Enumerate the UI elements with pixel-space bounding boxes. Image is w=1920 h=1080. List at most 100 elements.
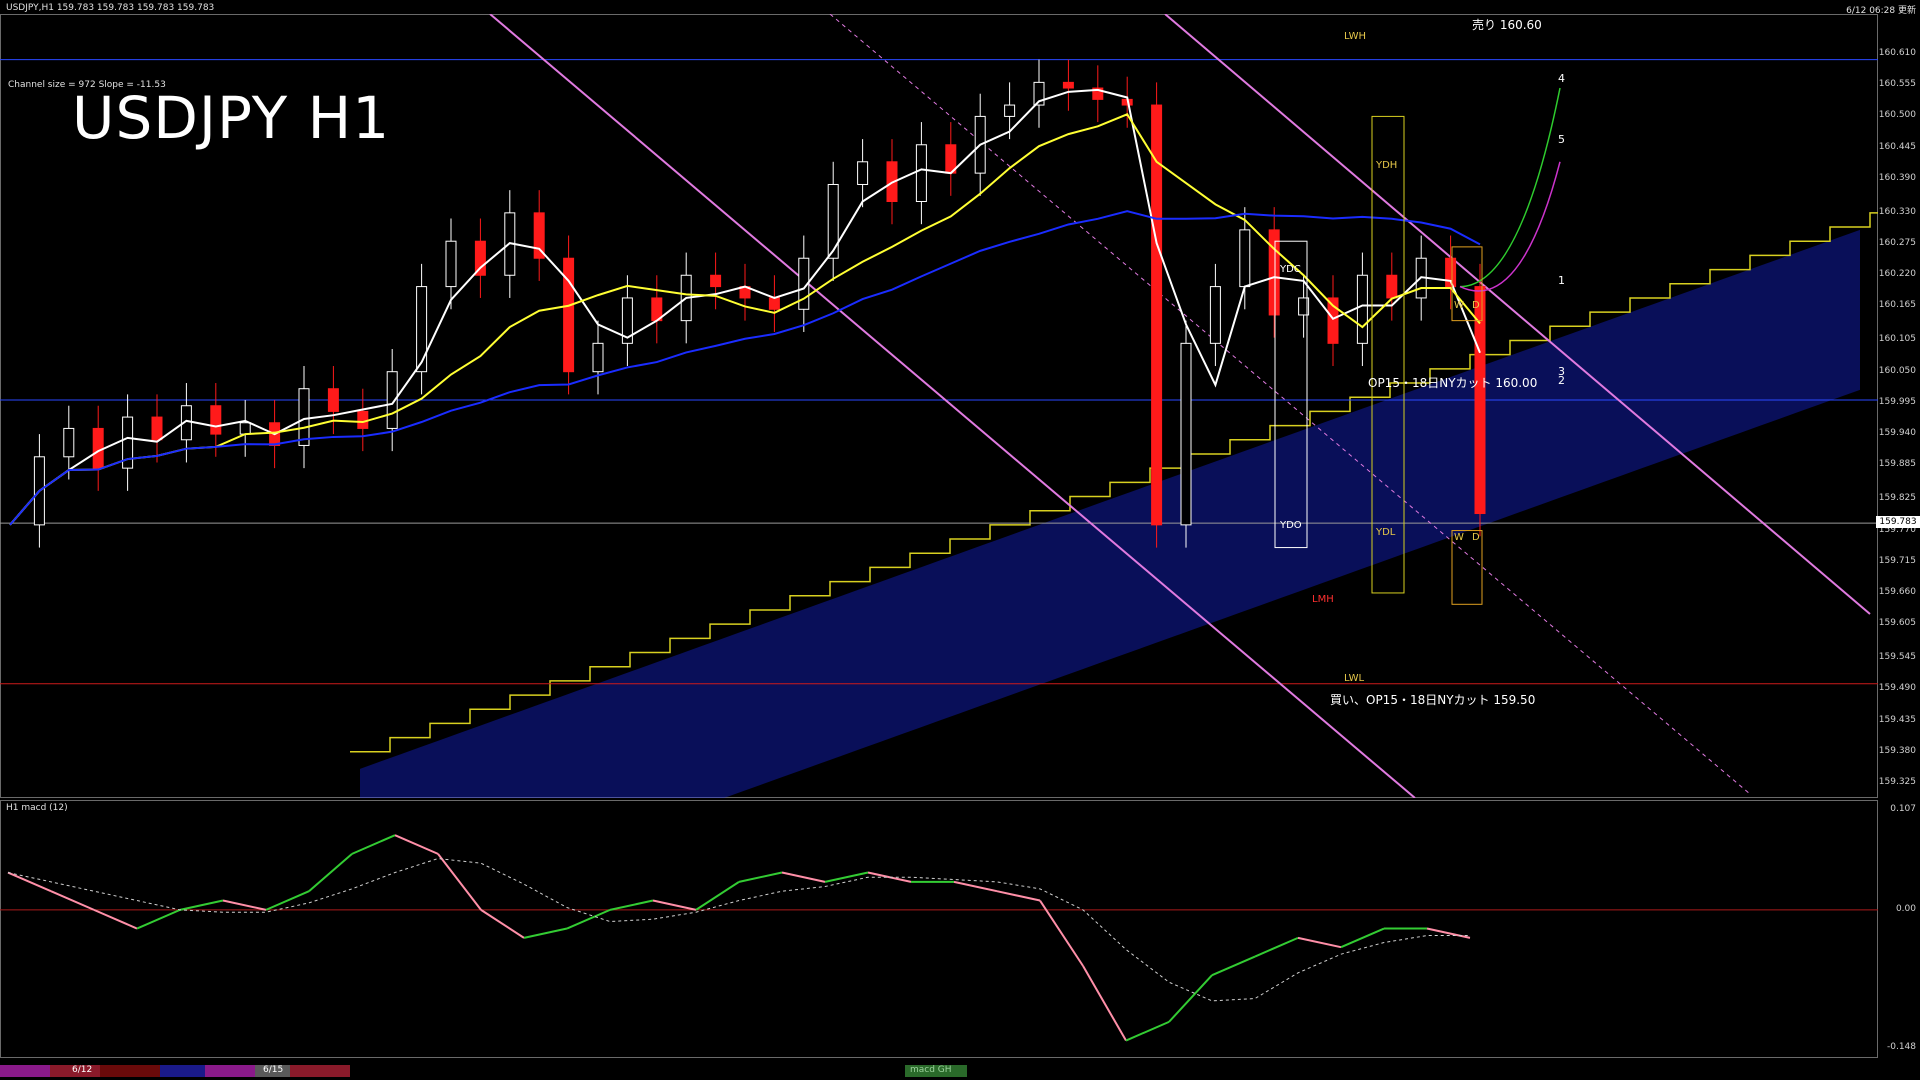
macd-tick: -0.148 xyxy=(1886,1042,1916,1052)
candle-body xyxy=(1386,274,1398,299)
macd-segment xyxy=(308,853,353,892)
price-tick: 159.605 xyxy=(1878,618,1916,629)
price-tick: 159.885 xyxy=(1878,459,1916,470)
macd-segment xyxy=(1082,965,1127,1042)
candle-body xyxy=(63,427,75,458)
macd-scale: 0.107 0.00 -0.148 xyxy=(1878,800,1920,1058)
candle-body xyxy=(827,183,839,259)
macd-segment xyxy=(1297,936,1342,949)
candle-body xyxy=(357,410,369,429)
ydl-label: YDL xyxy=(1376,527,1396,538)
candle-body xyxy=(327,388,339,412)
price-tick: 159.995 xyxy=(1878,396,1916,407)
buy-note: 買い、OP15・18日NYカット 159.50 xyxy=(1330,693,1536,707)
price-tick: 159.660 xyxy=(1878,586,1916,597)
candle-body xyxy=(592,342,604,373)
candle-body xyxy=(1180,342,1192,526)
price-tick: 160.165 xyxy=(1878,300,1916,311)
price-tick: 160.220 xyxy=(1878,269,1916,280)
candle-body xyxy=(151,416,163,441)
d-label-top: D xyxy=(1472,300,1480,311)
price-tick: 160.555 xyxy=(1878,79,1916,90)
macd-segment xyxy=(1426,927,1471,939)
price-tick: 160.275 xyxy=(1878,238,1916,249)
w-label-bottom: W xyxy=(1454,532,1464,543)
macd-segment xyxy=(351,834,396,855)
ydh-label: YDH xyxy=(1376,160,1398,171)
wave-label-5: 5 xyxy=(1558,133,1565,146)
macd-segment xyxy=(824,871,869,883)
date-label-2: 6/15 xyxy=(263,1065,284,1075)
macd-segment xyxy=(781,871,826,883)
macd-segment xyxy=(1125,1020,1170,1042)
price-tick: 160.105 xyxy=(1878,334,1916,345)
price-tick: 160.445 xyxy=(1878,141,1916,152)
price-tick: 160.500 xyxy=(1878,110,1916,121)
symbol-info: USDJPY,H1 159.783 159.783 159.783 159.78… xyxy=(6,3,215,13)
candle-body xyxy=(710,274,722,288)
macd-segment xyxy=(738,871,783,883)
macd-segment xyxy=(93,908,138,930)
macd-segment xyxy=(609,899,654,911)
macd-segment xyxy=(523,927,568,939)
price-tick: 160.330 xyxy=(1878,206,1916,217)
macd-segment xyxy=(996,890,1041,902)
price-tick: 159.825 xyxy=(1878,493,1916,504)
candle-body xyxy=(1239,229,1251,288)
candle-body xyxy=(1151,104,1163,526)
macd-segment xyxy=(394,834,439,855)
price-tick: 160.610 xyxy=(1878,48,1916,58)
time-axis[interactable]: 6/12 6/15 macd GH xyxy=(0,1062,1920,1080)
lmh-label: LMH xyxy=(1312,594,1334,605)
wave-label-4: 4 xyxy=(1558,72,1565,85)
macd-tick: 0.107 xyxy=(1890,804,1916,814)
candle-body xyxy=(563,257,575,373)
candle-body xyxy=(239,422,251,435)
price-tick: 159.490 xyxy=(1878,683,1916,694)
macd-tick: 0.00 xyxy=(1895,903,1916,914)
target-curve-5 xyxy=(1459,161,1561,292)
chart-title: USDJPY H1 xyxy=(72,84,391,152)
cloud-span-line xyxy=(350,212,1878,753)
candle-body xyxy=(210,405,222,435)
price-scale[interactable]: 160.610 160.555 160.500 160.445 160.390 160.3… xyxy=(1878,14,1920,798)
price-tick: 160.390 xyxy=(1878,172,1916,183)
price-tick: 159.325 xyxy=(1878,777,1916,787)
target-curve-4 xyxy=(1459,87,1561,288)
macd-segment xyxy=(1211,955,1256,977)
price-tick: 159.435 xyxy=(1878,714,1916,725)
current-price-tag: 159.783 xyxy=(1876,516,1920,528)
wave-label-1: 1 xyxy=(1558,274,1565,287)
macd-signal-line xyxy=(7,858,1470,1002)
macd-segment xyxy=(652,899,697,911)
candle-body xyxy=(1062,81,1074,89)
d-label-bottom: D xyxy=(1472,532,1480,543)
macd-chart[interactable] xyxy=(0,800,1878,1058)
ydc-label: YDC xyxy=(1280,264,1301,275)
candle-body xyxy=(915,144,927,203)
macd-segment xyxy=(7,871,52,893)
macd-segment xyxy=(480,909,525,939)
ydo-label: YDO xyxy=(1280,520,1302,531)
macd-segment xyxy=(695,881,740,911)
candle-body xyxy=(298,388,310,446)
price-tick: 159.715 xyxy=(1878,555,1916,566)
candle-body xyxy=(768,297,780,310)
candle-body xyxy=(1356,274,1368,344)
date-label-1: 6/12 xyxy=(72,1065,93,1075)
price-tick: 159.940 xyxy=(1878,428,1916,439)
macd-segment xyxy=(437,853,482,911)
macd-label: H1 macd (12) xyxy=(6,803,68,813)
op-cut-note: OP15・18日NYカット 160.00 xyxy=(1368,376,1538,390)
w-label-top: W xyxy=(1454,300,1464,311)
lwh-label: LWH xyxy=(1344,31,1367,42)
macd-segment xyxy=(50,890,95,911)
price-tick: 159.545 xyxy=(1878,652,1916,663)
macd-segment xyxy=(1168,974,1213,1023)
candle-body xyxy=(445,240,457,288)
price-tick: 159.380 xyxy=(1878,745,1916,756)
macd-segment xyxy=(953,880,998,893)
wave-label-3: 3 xyxy=(1558,365,1565,378)
macd-segment xyxy=(136,908,181,930)
macd-tab[interactable]: macd GH xyxy=(910,1065,952,1075)
